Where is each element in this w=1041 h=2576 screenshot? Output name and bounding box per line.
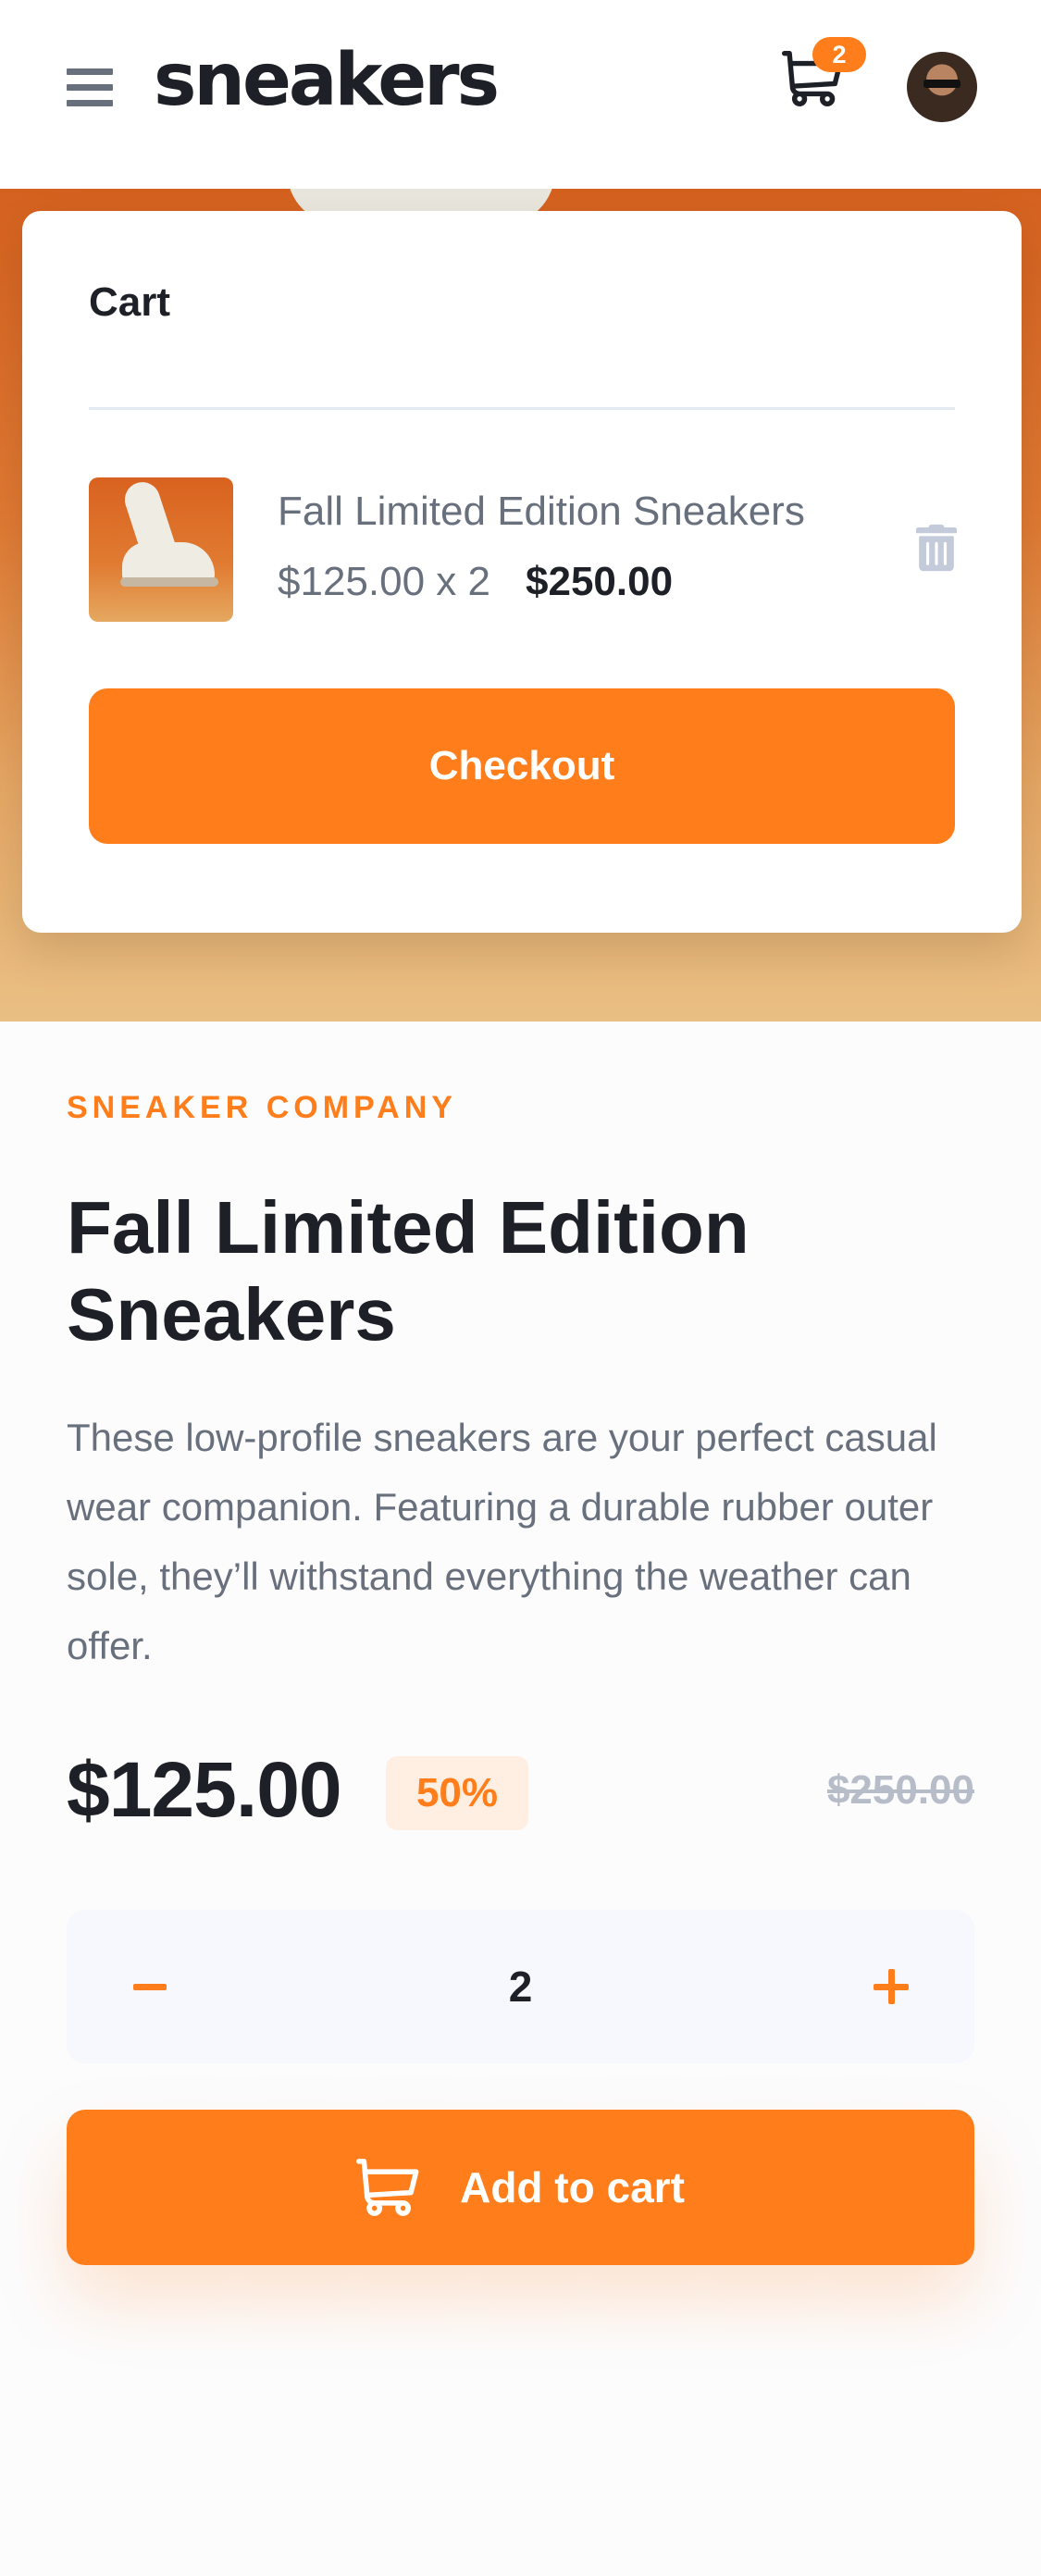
quantity-stepper: 2 <box>67 1910 974 2063</box>
trash-icon[interactable] <box>916 524 957 572</box>
cart-divider <box>89 407 955 410</box>
cart-dropdown: Cart Fall Limited Edition Sneakers $125.… <box>22 211 1022 933</box>
site-header: sneakers 2 <box>0 0 1041 189</box>
cart-icon <box>356 2159 419 2216</box>
current-price: $125.00 <box>67 1746 342 1833</box>
minus-icon <box>133 1983 167 1990</box>
decrease-quantity-button[interactable] <box>85 1910 215 2063</box>
company-name: SNEAKER COMPANY <box>67 1090 457 1125</box>
discount-badge: 50% <box>386 1756 528 1830</box>
add-to-cart-button[interactable]: Add to cart <box>67 2110 974 2265</box>
cart-item-name: Fall Limited Edition Sneakers <box>278 489 805 534</box>
cart-item-unit-price: $125.00 x 2 <box>278 559 490 604</box>
product-description: These low-profile sneakers are your perf… <box>67 1416 937 1667</box>
cart-title: Cart <box>89 279 171 325</box>
original-price: $250.00 <box>826 1767 974 1813</box>
cart-count-badge: 2 <box>812 37 866 72</box>
cart-item-thumbnail <box>89 477 233 622</box>
add-to-cart-label: Add to cart <box>460 2163 685 2211</box>
menu-icon[interactable] <box>67 68 113 107</box>
increase-quantity-button[interactable] <box>826 1910 956 2063</box>
avatar[interactable] <box>907 52 977 122</box>
logo[interactable]: sneakers <box>154 44 500 117</box>
checkout-button[interactable]: Checkout <box>89 688 955 844</box>
product-title: Fall Limited Edition Sneakers <box>67 1186 750 1356</box>
cart-item-total: $250.00 <box>526 559 674 604</box>
page: sneakers 2 Cart Fall Limited Edition Sne… <box>0 0 1041 2576</box>
